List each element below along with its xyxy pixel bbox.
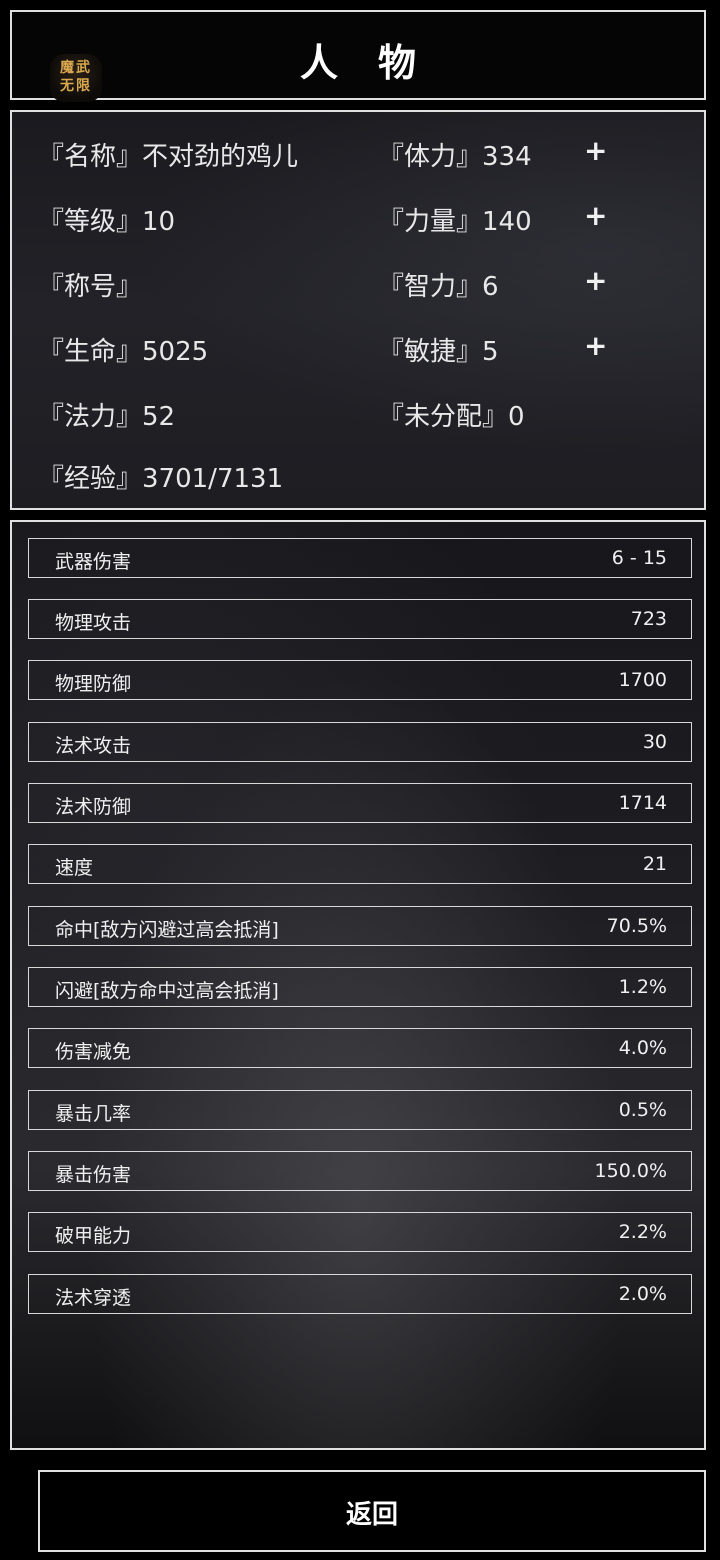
page-title: 人物	[299, 41, 456, 85]
char-name-value: 不对劲的鸡儿	[142, 142, 299, 172]
stat-value: 2.0%	[618, 1283, 667, 1305]
stat-value: 150.0%	[594, 1160, 667, 1182]
stat-label: 速度	[55, 857, 94, 879]
char-unassigned-value: 0	[508, 402, 525, 432]
stat-row-damage-reduction: 伤害减免 4.0%	[28, 1028, 692, 1068]
stat-label: 闪避[敌方命中过高会抵消]	[55, 980, 279, 1002]
back-button[interactable]: 返回	[38, 1470, 706, 1552]
stat-value: 723	[630, 608, 667, 630]
stat-row-magic-attack: 法术攻击 30	[28, 722, 692, 762]
stat-label: 物理防御	[55, 673, 132, 695]
stat-label: 伤害减免	[55, 1041, 132, 1063]
char-title-label: 『称号』	[38, 272, 143, 302]
char-stamina-label: 『体力』	[378, 142, 483, 172]
stat-row-magic-defense: 法术防御 1714	[28, 783, 692, 823]
char-hp-row: 『生命』5025	[38, 331, 208, 368]
char-agility-row: 『敏捷』5	[378, 331, 499, 368]
stat-label: 破甲能力	[55, 1225, 132, 1247]
char-mp-label: 『法力』	[38, 402, 143, 432]
stat-label: 物理攻击	[55, 612, 132, 634]
stat-row-physical-attack: 物理攻击 723	[28, 599, 692, 639]
char-name-row: 『名称』不对劲的鸡儿	[38, 136, 298, 173]
char-level-label: 『等级』	[38, 207, 143, 237]
char-hp-value: 5025	[142, 337, 209, 367]
char-strength-label: 『力量』	[378, 207, 483, 237]
stat-label: 暴击几率	[55, 1103, 132, 1125]
stat-row-physical-defense: 物理防御 1700	[28, 660, 692, 700]
stat-row-magic-penetration: 法术穿透 2.0%	[28, 1274, 692, 1314]
stat-label: 命中[敌方闪避过高会抵消]	[55, 919, 279, 941]
stat-row-speed: 速度 21	[28, 844, 692, 884]
char-stamina-row: 『体力』334	[378, 136, 532, 173]
stat-row-crit-chance: 暴击几率 0.5%	[28, 1090, 692, 1130]
stat-value: 30	[642, 731, 667, 753]
stat-label: 武器伤害	[55, 551, 132, 573]
add-agility-button[interactable]: +	[584, 329, 607, 362]
back-button-label: 返回	[345, 1500, 398, 1530]
stat-row-hit-rate: 命中[敌方闪避过高会抵消] 70.5%	[28, 906, 692, 946]
stat-label: 法术攻击	[55, 735, 132, 757]
stat-value: 21	[642, 853, 667, 875]
header-bar: 魔武 无限 人物	[10, 10, 706, 102]
char-level-value: 10	[142, 207, 176, 237]
char-exp-label: 『经验』	[38, 464, 143, 494]
char-unassigned-row: 『未分配』0	[378, 396, 525, 433]
char-exp-value: 3701/7131	[142, 464, 284, 494]
char-intellect-value: 6	[482, 272, 499, 302]
stat-value: 0.5%	[618, 1099, 667, 1121]
char-stamina-value: 334	[482, 142, 532, 172]
char-strength-value: 140	[482, 207, 532, 237]
combat-stats-panel: 武器伤害 6 - 15 物理攻击 723 物理防御 1700 法术攻击 30 法…	[10, 520, 706, 1450]
stat-label: 法术防御	[55, 796, 132, 818]
stat-row-weapon-damage: 武器伤害 6 - 15	[28, 538, 692, 578]
stat-label: 暴击伤害	[55, 1164, 132, 1186]
stat-value: 4.0%	[618, 1037, 667, 1059]
char-intellect-label: 『智力』	[378, 272, 483, 302]
stat-row-crit-damage: 暴击伤害 150.0%	[28, 1151, 692, 1191]
stat-value: 1700	[618, 669, 667, 691]
char-intellect-row: 『智力』6	[378, 266, 499, 303]
char-mp-value: 52	[142, 402, 176, 432]
add-intellect-button[interactable]: +	[584, 264, 607, 297]
stat-row-dodge: 闪避[敌方命中过高会抵消] 1.2%	[28, 967, 692, 1007]
char-unassigned-label: 『未分配』	[378, 402, 509, 432]
stat-value: 6 - 15	[611, 547, 667, 569]
stat-value: 1714	[618, 792, 667, 814]
char-strength-row: 『力量』140	[378, 201, 532, 238]
stat-value: 1.2%	[618, 976, 667, 998]
add-strength-button[interactable]: +	[584, 199, 607, 232]
char-hp-label: 『生命』	[38, 337, 143, 367]
stat-label: 法术穿透	[55, 1287, 132, 1309]
char-mp-row: 『法力』52	[38, 396, 175, 433]
stat-row-armor-penetration: 破甲能力 2.2%	[28, 1212, 692, 1252]
char-name-label: 『名称』	[38, 142, 143, 172]
char-title-row: 『称号』	[38, 266, 142, 303]
character-info-panel: 『名称』不对劲的鸡儿 『等级』10 『称号』 『生命』5025 『法力』52 『…	[10, 110, 706, 510]
char-agility-label: 『敏捷』	[378, 337, 483, 367]
stat-value: 70.5%	[606, 915, 667, 937]
char-level-row: 『等级』10	[38, 201, 175, 238]
char-agility-value: 5	[482, 337, 499, 367]
stat-value: 2.2%	[618, 1221, 667, 1243]
add-stamina-button[interactable]: +	[584, 134, 607, 167]
char-exp-row: 『经验』3701/7131	[38, 458, 283, 495]
